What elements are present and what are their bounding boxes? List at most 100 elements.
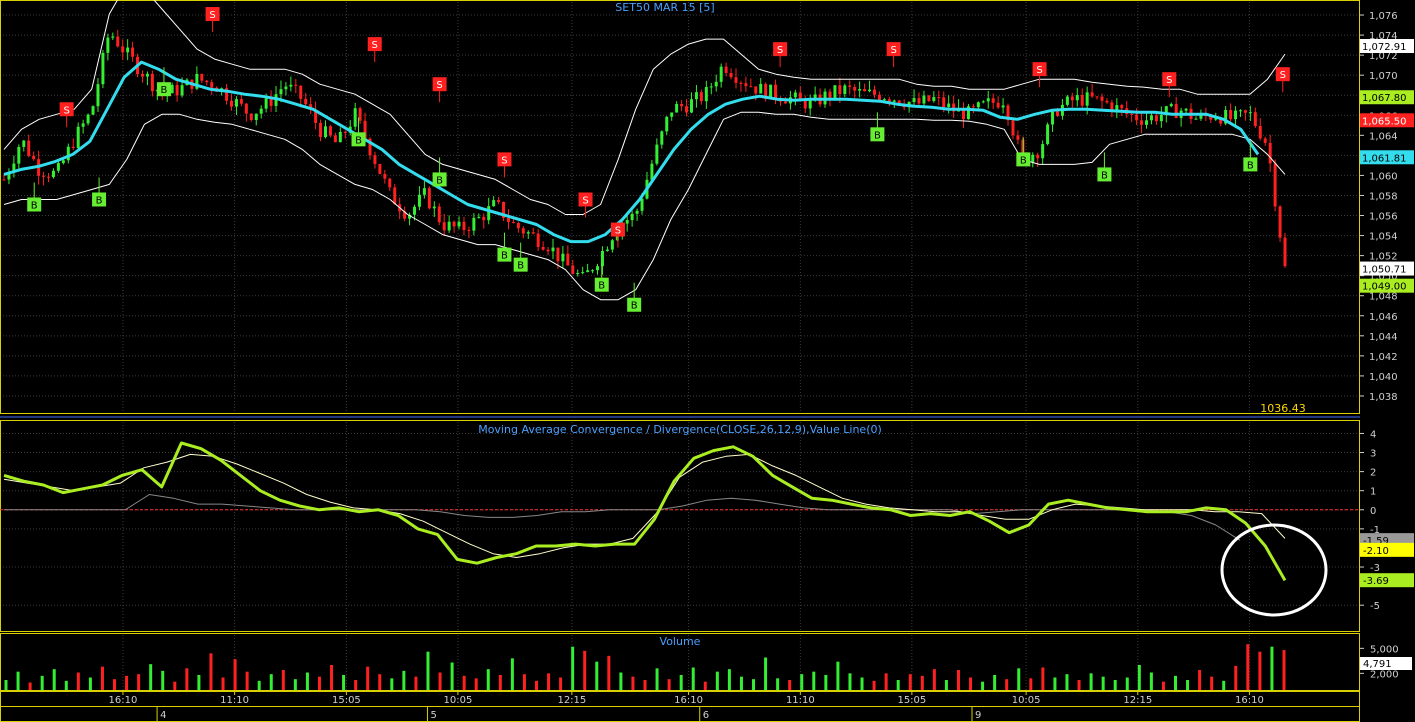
candle-body xyxy=(81,123,85,127)
candle-body xyxy=(1169,104,1173,107)
volume-bar xyxy=(848,673,852,690)
candle-body xyxy=(625,220,629,224)
price-tag-text: 1,065.50 xyxy=(1362,116,1407,127)
candle-body xyxy=(838,85,842,95)
candle-body xyxy=(42,175,46,177)
candle-body xyxy=(145,73,149,77)
trading-chart[interactable]: B BSBSSBSBSBBSSBBS SBSBBS SB 1,0761,0741,07… xyxy=(0,0,1415,722)
candle-body xyxy=(1273,163,1277,207)
volume-bar xyxy=(1222,680,1226,690)
day-label: 9 xyxy=(975,710,981,721)
volume-bar xyxy=(498,675,502,690)
candle-body xyxy=(724,66,728,73)
day-label: 5 xyxy=(430,710,436,721)
candle-body xyxy=(912,98,916,102)
candle-body xyxy=(927,95,931,101)
volume-bar xyxy=(245,671,249,690)
candle-body xyxy=(1159,114,1163,122)
volume-bar xyxy=(426,651,430,690)
volume-bar xyxy=(1149,672,1153,690)
volume-bar xyxy=(1282,650,1286,690)
candle-body xyxy=(917,98,921,104)
volume-bar xyxy=(1029,678,1033,690)
candle-body xyxy=(685,106,689,113)
volume-bar xyxy=(1005,679,1009,690)
candle-body xyxy=(670,112,674,117)
candle-body xyxy=(437,206,441,223)
volume-bar xyxy=(583,650,587,690)
candle-body xyxy=(477,216,481,218)
volume-bar xyxy=(450,662,454,690)
volume-bar xyxy=(414,676,418,690)
candle-body xyxy=(353,108,357,127)
volume-bar xyxy=(788,680,792,690)
volume-bar xyxy=(1017,668,1021,690)
candle-body xyxy=(828,91,832,98)
candle-body xyxy=(986,98,990,102)
candle-body xyxy=(1100,96,1104,101)
price-tag-text: 1,061.81 xyxy=(1362,153,1407,164)
volume-bar xyxy=(1198,670,1202,690)
volume-bar xyxy=(293,679,297,690)
candle-body xyxy=(1120,105,1124,109)
time-label: 11:10 xyxy=(220,695,249,706)
candle-body xyxy=(1105,100,1109,103)
candle-body xyxy=(111,36,115,38)
candle-body xyxy=(863,89,867,92)
candle-body xyxy=(244,103,248,114)
candle-body xyxy=(561,253,565,262)
time-label: 12:15 xyxy=(557,695,586,706)
candle-body xyxy=(264,98,268,109)
candle-body xyxy=(91,106,95,115)
signal-label: B xyxy=(517,261,524,272)
volume-bar xyxy=(655,668,659,690)
candle-body xyxy=(319,122,323,138)
candle-body xyxy=(744,83,748,87)
volume-bar xyxy=(28,682,32,690)
signal-label: B xyxy=(874,130,881,141)
volume-bar xyxy=(534,680,538,690)
candle-body xyxy=(932,97,936,101)
time-label: 15:05 xyxy=(897,695,926,706)
price-tick-label: 1,040 xyxy=(1369,372,1398,383)
candle-body xyxy=(566,253,570,266)
volume-bar xyxy=(1137,665,1141,690)
candle-body xyxy=(506,217,510,222)
signal-label: S xyxy=(436,80,442,91)
volume-bar xyxy=(1210,676,1214,690)
candle-body xyxy=(289,84,293,87)
signal-label: B xyxy=(436,175,443,186)
candle-body xyxy=(1011,120,1015,136)
signal-label: B xyxy=(598,281,605,292)
candle-body xyxy=(872,89,876,95)
price-tick-label: 1,056 xyxy=(1369,212,1398,223)
candle-body xyxy=(1085,92,1089,106)
candle-body xyxy=(798,92,802,99)
volume-bar xyxy=(402,670,406,690)
candle-body xyxy=(694,92,698,100)
volume-bar xyxy=(1246,644,1250,690)
candle-body xyxy=(492,200,496,207)
candle-body xyxy=(383,173,387,179)
candle-body xyxy=(299,85,303,99)
candle-body xyxy=(655,144,659,164)
volume-bar xyxy=(776,678,780,690)
candle-body xyxy=(1238,110,1242,112)
volume-bar xyxy=(896,680,900,690)
candle-body xyxy=(759,83,763,94)
volume-bar xyxy=(209,653,213,690)
candle-body xyxy=(1090,92,1094,97)
volume-bar xyxy=(88,677,92,690)
volume-bar xyxy=(197,675,201,690)
candle-body xyxy=(1184,108,1188,111)
candle-body xyxy=(714,81,718,87)
macd-tag-text: -2.10 xyxy=(1363,546,1389,557)
volume-bar xyxy=(1113,680,1117,690)
signal-label: B xyxy=(160,85,167,96)
candle-body xyxy=(877,94,881,100)
candle-body xyxy=(833,85,837,98)
price-tick-label: 1,076 xyxy=(1369,11,1398,22)
candle-body xyxy=(1065,96,1069,105)
day-label: 6 xyxy=(703,710,709,721)
candle-body xyxy=(853,86,857,91)
